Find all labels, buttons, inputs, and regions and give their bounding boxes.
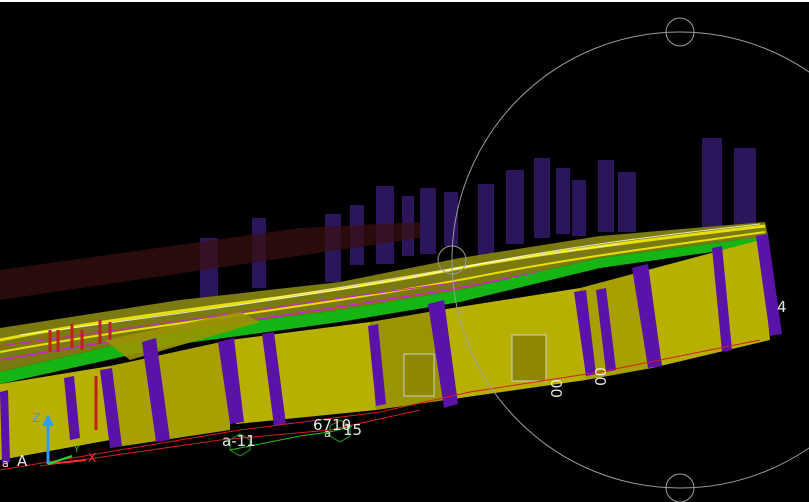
grid-label-a11: a-11 [222,432,256,450]
grid-label-left-small: a [2,457,9,470]
ucs-x-label: X [88,451,97,465]
grid-label-15: 15 [343,421,363,439]
grid-label-00-b: 00 [592,366,610,386]
viewport-top-border [0,0,809,2]
ucs-y-label: Y [74,445,80,455]
ucs-z-label: Z [32,411,41,425]
3d-model-viewport[interactable]: a-11 6710 15 a A a 4 00 00 Z X Y [0,0,809,502]
ucs-z-arrow [42,414,54,426]
grid-label-00-a: 00 [548,378,566,398]
grid-label-left-a: A [17,452,28,470]
ucs-icon: Z X Y [28,410,108,472]
model-scene[interactable] [0,0,809,502]
grid-label-4: 4 [777,298,787,316]
grid-label-a-small: a [324,427,331,440]
